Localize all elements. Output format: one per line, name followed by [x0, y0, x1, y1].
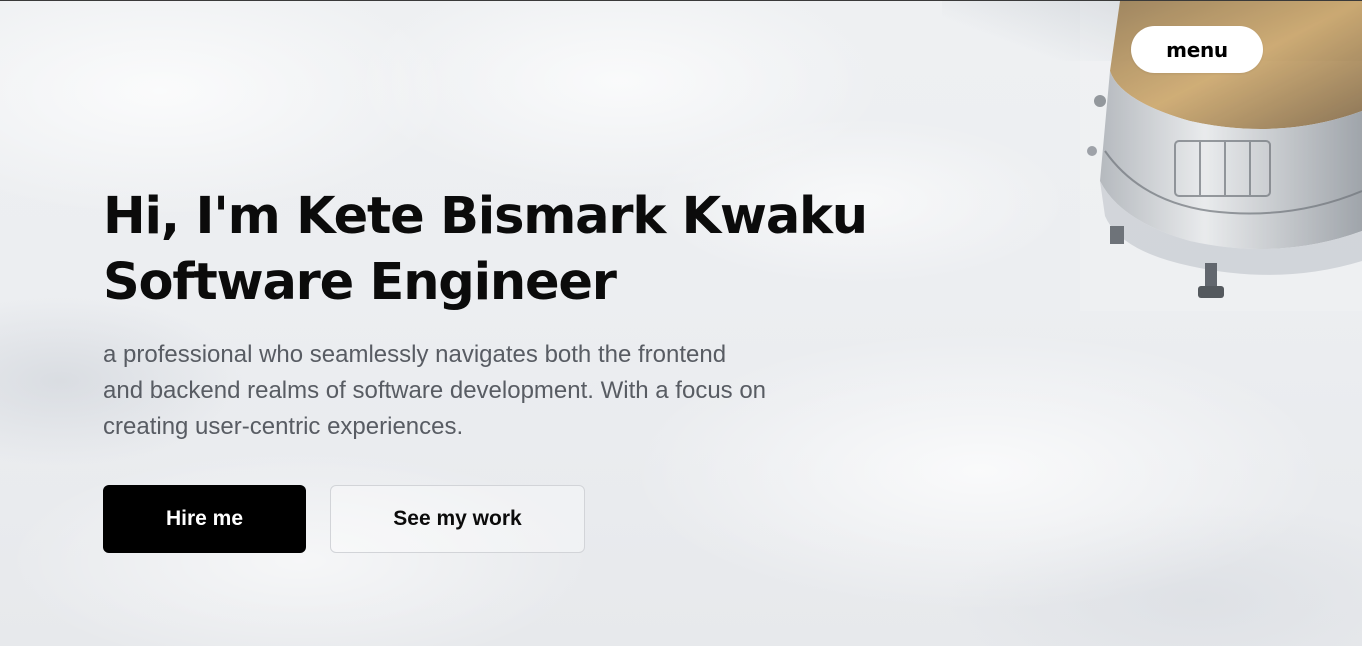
hero-description-line: a professional who seamlessly navigates … [103, 341, 727, 368]
menu-button[interactable]: menu [1131, 26, 1263, 73]
see-my-work-button[interactable]: See my work [330, 485, 585, 553]
hero-description-line: and backend realms of software developme… [103, 377, 767, 404]
hero-section: menu Hi, I'm Kete Bismark Kwaku Software… [0, 0, 1362, 646]
page-title: Hi, I'm Kete Bismark Kwaku Software Engi… [103, 184, 868, 316]
hire-me-button[interactable]: Hire me [103, 485, 306, 553]
headline-greeting: Hi, I'm Kete Bismark Kwaku [103, 187, 868, 246]
headline-role: Software Engineer [103, 253, 617, 312]
hero-description: a professional who seamlessly navigates … [103, 337, 863, 445]
hero-description-line: creating user-centric experiences. [103, 413, 464, 440]
